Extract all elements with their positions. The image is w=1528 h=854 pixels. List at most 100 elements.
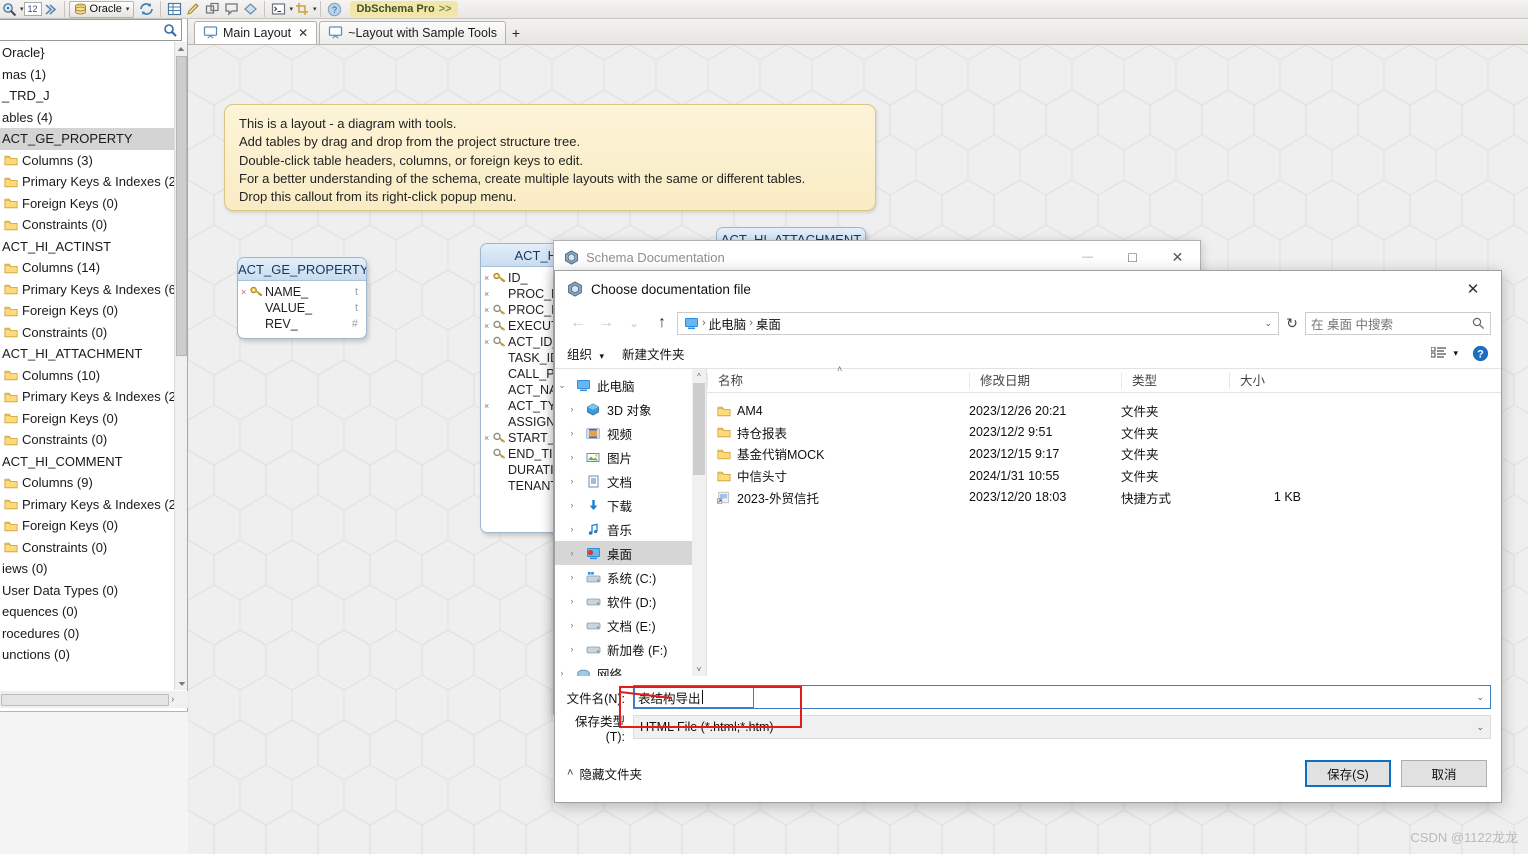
tree-item-ables-4[interactable]: ables (4) (0, 107, 175, 129)
diagram-table-act-ge-property[interactable]: ACT_GE_PROPERTY × NAME_ t VALUE_ t REV_ # (237, 257, 367, 339)
filename-combobox[interactable]: 表结构导出 ⌄ (633, 685, 1491, 709)
tree-item-act-hi-attachment[interactable]: ACT_HI_ATTACHMENT (0, 343, 175, 365)
tab-layout-with-sample-tools[interactable]: ~Layout with Sample Tools (319, 21, 506, 44)
help-icon[interactable]: ? (325, 1, 344, 18)
nav-item-D[interactable]: › 软件 (D:) (555, 589, 706, 613)
nav-item-F[interactable]: › 新加卷 (F:) (555, 637, 706, 661)
expander-icon[interactable]: › (565, 404, 579, 414)
tab-close-icon[interactable]: ✕ (298, 26, 308, 40)
tree-item-mas-1[interactable]: mas (1) (0, 64, 175, 86)
hide-folders-toggle[interactable]: ˄ 隐藏文件夹 (567, 764, 642, 783)
tree-item-equences-0[interactable]: equences (0) (0, 601, 175, 623)
nav-item-[interactable]: › 视频 (555, 421, 706, 445)
forward-button[interactable]: → (593, 311, 619, 335)
dialog-titlebar[interactable]: Choose documentation file ✕ (555, 271, 1501, 307)
tree-item-constraints-0[interactable]: Constraints (0) (0, 537, 175, 559)
tree-item-primary-keys-indexes-2[interactable]: Primary Keys & Indexes (2) (0, 386, 175, 408)
filename-input[interactable]: 表结构导出 (634, 686, 754, 708)
expander-icon[interactable]: › (565, 428, 579, 438)
pencil-icon[interactable] (184, 1, 203, 18)
tree-item-primary-keys-indexes-2[interactable]: Primary Keys & Indexes (2) (0, 494, 175, 516)
nav-item-[interactable]: › 网络 (555, 661, 706, 676)
nav-item-3D[interactable]: › 3D 对象 (555, 397, 706, 421)
back-button[interactable]: ← (565, 311, 591, 335)
expander-icon[interactable]: › (565, 548, 579, 558)
expander-icon[interactable]: › (565, 524, 579, 534)
search-input[interactable]: 在 桌面 中搜索 (1305, 311, 1491, 335)
breadcrumb[interactable]: › 此电脑 › 桌面 ⌄ (677, 311, 1279, 335)
file-row[interactable]: 基金代销MOCK 2023/12/15 9:17 文件夹 (707, 443, 1501, 465)
tree-item-trd-j[interactable]: _TRD_J (0, 85, 175, 107)
breadcrumb-item-desktop[interactable]: 桌面 (756, 314, 781, 333)
expander-icon[interactable]: › (565, 596, 579, 606)
console-icon[interactable] (269, 1, 288, 18)
tree-item-columns-14[interactable]: Columns (14) (0, 257, 175, 279)
maximize-icon[interactable]: □ (1110, 241, 1155, 273)
column-header-modified[interactable]: 修改日期 (969, 372, 1121, 389)
hscroll-right-arrow[interactable]: › (171, 694, 174, 705)
breadcrumb-item-this-pc[interactable]: 此电脑 (709, 314, 747, 333)
expand-all-icon[interactable] (42, 1, 60, 18)
tree-hscroll-thumb[interactable] (1, 693, 169, 706)
crop-caret-icon[interactable]: ▾ (313, 5, 317, 13)
table-column-row[interactable]: REV_ # (238, 316, 366, 332)
tree-item-constraints-0[interactable]: Constraints (0) (0, 214, 175, 236)
file-list-pane[interactable]: ˄ 名称 修改日期 类型 大小 AM4 2023/12/26 20:21 文件夹 持仓… (707, 364, 1501, 676)
save-button[interactable]: 保存(S) (1305, 759, 1391, 787)
expander-icon[interactable]: › (565, 452, 579, 462)
add-tab-button[interactable]: + (508, 22, 524, 44)
scroll-down-arrow[interactable] (175, 677, 188, 690)
nav-item-[interactable]: › 文档 (555, 469, 706, 493)
expander-icon[interactable]: › (565, 644, 579, 654)
nav-scrollbar[interactable]: ^ ˅ (692, 369, 706, 676)
up-one-level-button[interactable]: ↑ (649, 311, 675, 335)
column-header-type[interactable]: 类型 (1121, 372, 1229, 389)
layout-callout[interactable]: This is a layout - a diagram with tools.… (224, 104, 876, 211)
nav-scroll-thumb[interactable] (693, 383, 705, 475)
database-caret-icon[interactable]: ▾ (126, 5, 130, 13)
zoom-icon[interactable] (0, 1, 19, 18)
recent-locations-button[interactable]: ⌄ (621, 311, 647, 335)
view-caret-icon[interactable]: ▾ (1453, 348, 1458, 359)
tree-item-primary-keys-indexes-2[interactable]: Primary Keys & Indexes (2) (0, 171, 175, 193)
cancel-button[interactable]: 取消 (1401, 759, 1487, 787)
new-folder-button[interactable]: 新建文件夹 (622, 344, 685, 363)
nav-item-[interactable]: › 下载 (555, 493, 706, 517)
expander-icon[interactable]: › (565, 500, 579, 510)
tree-item-unctions-0[interactable]: unctions (0) (0, 644, 175, 666)
tree-horizontal-scrollbar[interactable]: › (0, 691, 188, 708)
expander-icon[interactable]: ⌄ (555, 380, 569, 391)
tree-item-foreign-keys-0[interactable]: Foreign Keys (0) (0, 193, 175, 215)
filetype-combobox[interactable]: HTML File (*.html;*.htm) ⌄ (633, 715, 1491, 739)
nav-item-[interactable]: › 音乐 (555, 517, 706, 541)
tree-vertical-scrollbar[interactable] (174, 42, 187, 690)
structure-tree[interactable]: Oracle} mas (1) _TRD_J ables (4) ACT_GE_PROP… (0, 42, 175, 690)
tree-scroll-thumb[interactable] (176, 56, 187, 356)
nav-scroll-up-arrow[interactable]: ^ (692, 369, 706, 383)
refresh-icon[interactable]: ↻ (1281, 312, 1303, 335)
tree-item-act-hi-actinst[interactable]: ACT_HI_ACTINST (0, 236, 175, 258)
search-icon[interactable] (163, 23, 177, 37)
database-selector[interactable]: Oracle ▾ (68, 0, 135, 18)
breadcrumb-dropdown-icon[interactable]: ⌄ (1264, 318, 1272, 329)
schema-window-titlebar[interactable]: Schema Documentation — □ ✕ (554, 241, 1200, 273)
tree-item-columns-9[interactable]: Columns (9) (0, 472, 175, 494)
close-icon[interactable]: ✕ (1155, 241, 1200, 273)
file-row[interactable]: AM4 2023/12/26 20:21 文件夹 (707, 400, 1501, 422)
tree-item-iews-0[interactable]: iews (0) (0, 558, 175, 580)
comment-icon[interactable] (222, 1, 241, 18)
table-header[interactable]: ACT_GE_PROPERTY (238, 258, 366, 281)
grid-icon[interactable] (165, 1, 184, 18)
file-row[interactable]: 中信头寸 2024/1/31 10:55 文件夹 (707, 465, 1501, 487)
nav-item-[interactable]: › 图片 (555, 445, 706, 469)
nav-item-[interactable]: ⌄ 此电脑 (555, 373, 706, 397)
tab-main-layout[interactable]: Main Layout ✕ (194, 21, 318, 44)
expander-icon[interactable]: › (565, 476, 579, 486)
tree-item-columns-3[interactable]: Columns (3) (0, 150, 175, 172)
tree-item-constraints-0[interactable]: Constraints (0) (0, 322, 175, 344)
tree-item-act-ge-property[interactable]: ACT_GE_PROPERTY (0, 128, 175, 150)
search-icon[interactable] (1472, 317, 1485, 330)
diamond-icon[interactable] (241, 1, 260, 18)
tree-item-columns-10[interactable]: Columns (10) (0, 365, 175, 387)
scroll-up-arrow[interactable] (175, 42, 187, 55)
